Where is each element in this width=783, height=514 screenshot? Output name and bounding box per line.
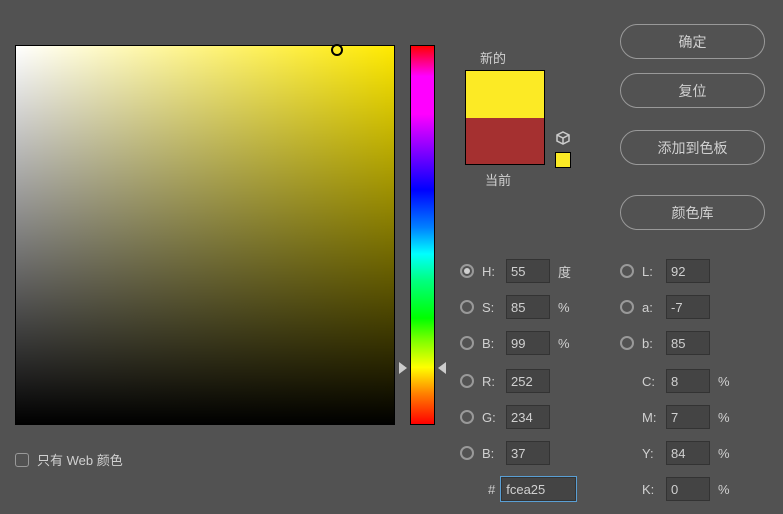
add-swatch-button[interactable]: 添加到色板 [620,130,765,165]
y-input[interactable] [666,441,710,465]
l-label: L: [642,264,666,279]
c-label: C: [642,374,666,389]
color-lib-label: 颜色库 [672,203,714,223]
reset-button[interactable]: 复位 [620,73,765,108]
r-radio[interactable] [460,374,474,388]
c-row: C: % [620,368,736,394]
s-row: S: % [460,294,576,320]
l-radio[interactable] [620,264,634,278]
s-radio[interactable] [460,300,474,314]
l-input[interactable] [666,259,710,283]
reset-label: 复位 [679,81,707,101]
preview-new-color [466,71,544,118]
color-field[interactable] [15,45,395,425]
preview-old-color[interactable] [466,118,544,165]
k-row: K: % [620,476,736,502]
b-rgb-input[interactable] [506,441,550,465]
web-only-checkbox[interactable] [15,453,29,467]
k-label: K: [642,482,666,497]
b-hsb-unit: % [558,336,576,351]
b-lab-row: b: [620,330,710,356]
b-lab-label: b: [642,336,666,351]
hue-arrow-left-icon [399,362,407,374]
a-radio[interactable] [620,300,634,314]
a-label: a: [642,300,666,315]
hex-row: # [488,476,576,502]
b-rgb-row: B: [460,440,550,466]
b-hsb-input[interactable] [506,331,550,355]
web-only-label: 只有 Web 颜色 [37,450,123,469]
a-row: a: [620,294,710,320]
c-unit: % [718,374,736,389]
ok-label: 确定 [679,32,707,52]
s-unit: % [558,300,576,315]
s-label: S: [482,300,506,315]
color-lib-button[interactable]: 颜色库 [620,195,765,230]
b-hsb-radio[interactable] [460,336,474,350]
c-input[interactable] [666,369,710,393]
k-unit: % [718,482,736,497]
hex-input[interactable] [501,477,576,501]
r-row: R: [460,368,550,394]
y-unit: % [718,446,736,461]
hue-slider[interactable] [410,45,435,425]
g-input[interactable] [506,405,550,429]
color-cursor[interactable] [331,44,343,56]
g-label: G: [482,410,506,425]
b-lab-input[interactable] [666,331,710,355]
new-color-label: 新的 [480,48,506,67]
y-row: Y: % [620,440,736,466]
b-hsb-row: B: % [460,330,576,356]
r-input[interactable] [506,369,550,393]
h-unit: 度 [558,262,576,281]
ok-button[interactable]: 确定 [620,24,765,59]
add-swatch-label: 添加到色板 [658,138,728,158]
h-row: H: 度 [460,258,576,284]
s-input[interactable] [506,295,550,319]
l-row: L: [620,258,710,284]
r-label: R: [482,374,506,389]
h-input[interactable] [506,259,550,283]
hue-arrow-right-icon [438,362,446,374]
b-rgb-label: B: [482,446,506,461]
gamut-warning-icon[interactable] [555,130,571,146]
current-color-label: 当前 [485,170,511,189]
color-preview [465,70,545,165]
g-radio[interactable] [460,410,474,424]
a-input[interactable] [666,295,710,319]
gamut-swatch[interactable] [555,152,571,168]
h-label: H: [482,264,506,279]
h-radio[interactable] [460,264,474,278]
m-row: M: % [620,404,736,430]
k-input[interactable] [666,477,710,501]
m-unit: % [718,410,736,425]
g-row: G: [460,404,550,430]
m-label: M: [642,410,666,425]
hex-hash: # [488,482,495,497]
b-lab-radio[interactable] [620,336,634,350]
m-input[interactable] [666,405,710,429]
web-only-row: 只有 Web 颜色 [15,450,123,469]
b-hsb-label: B: [482,336,506,351]
y-label: Y: [642,446,666,461]
b-rgb-radio[interactable] [460,446,474,460]
